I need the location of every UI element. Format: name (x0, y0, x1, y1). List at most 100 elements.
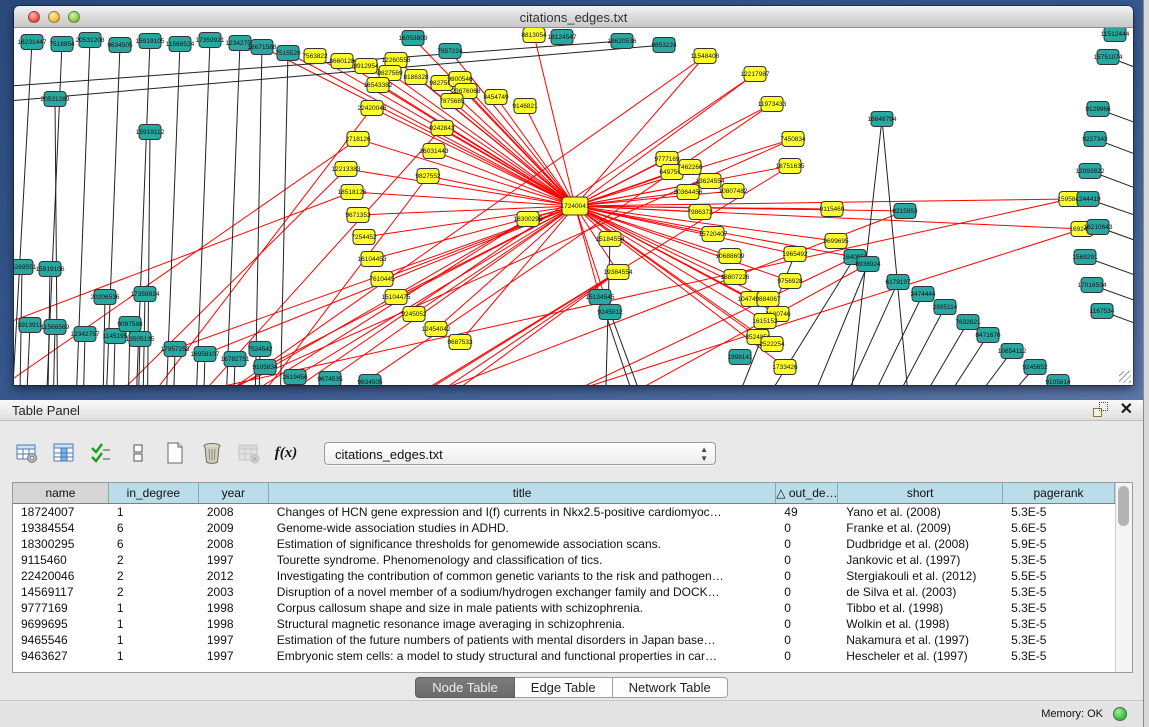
graph-node[interactable]: 2619456 (282, 370, 308, 385)
graph-node[interactable]: 1244419 (1075, 192, 1101, 207)
graph-node[interactable]: 7563822 (302, 49, 328, 64)
table-settings-icon[interactable] (14, 440, 40, 466)
graph-node[interactable]: 7875685 (439, 94, 465, 109)
graph-node[interactable]: 13624554 (696, 174, 725, 189)
graph-node[interactable]: 16231447 (18, 35, 47, 50)
graph-node[interactable]: 9105834 (252, 360, 278, 375)
graph-node[interactable]: 20531208 (76, 33, 105, 48)
graph-node[interactable]: 20206536 (91, 290, 120, 305)
graph-node[interactable]: 15184554 (596, 232, 625, 247)
graph-node[interactable]: 7254452 (351, 230, 377, 245)
graph-node[interactable]: 16053809 (399, 31, 428, 46)
graph-node[interactable]: 15751074 (1094, 50, 1123, 65)
graph-node[interactable]: 16648794 (868, 112, 897, 127)
graph-node[interactable]: 9687533 (447, 335, 473, 350)
graph-node[interactable]: 9105814 (1045, 375, 1071, 386)
graph-node[interactable]: 12342757 (71, 327, 100, 342)
graph-node[interactable]: 10654112 (998, 344, 1027, 359)
graph-node[interactable]: 18124547 (548, 30, 577, 45)
table-row[interactable]: 2242004622012Investigating the contribut… (13, 568, 1115, 584)
column-header-year[interactable]: year (199, 483, 269, 503)
graph-node[interactable]: 11568569 (41, 320, 70, 335)
graph-node[interactable]: 15919105 (136, 34, 165, 49)
table-row[interactable]: 1830029562008Estimation of significance … (13, 536, 1115, 552)
graph-node[interactable]: 17359924 (131, 287, 160, 302)
graph-node[interactable]: 9227343 (1082, 132, 1108, 147)
graph-node[interactable]: 26031443 (420, 144, 449, 159)
graph-node[interactable]: 15134545 (586, 290, 615, 305)
table-row[interactable]: 1456911722003Disruption of a novel membe… (13, 584, 1115, 600)
graph-node[interactable]: 15104475 (382, 290, 411, 305)
graph-node[interactable]: 18518126 (338, 185, 367, 200)
column-header-short[interactable]: short (838, 483, 1003, 503)
graph-node[interactable]: 8471676 (975, 328, 1001, 343)
citation-network-graph[interactable]: 1623144775189542053120896345051591910511… (14, 28, 1133, 385)
window-resize-grip[interactable] (1119, 371, 1131, 383)
graph-node[interactable]: 22420046 (358, 101, 387, 116)
graph-node[interactable]: 7515520 (275, 46, 301, 61)
scrollbar-thumb[interactable] (1118, 486, 1129, 526)
tab-network-table[interactable]: Network Table (613, 677, 728, 698)
graph-node[interactable]: 7857224 (437, 44, 463, 59)
graph-node[interactable]: 9827552 (415, 169, 441, 184)
graph-node[interactable]: 8660128 (329, 54, 355, 69)
graph-node[interactable]: 9242843 (429, 121, 455, 136)
east-panel-edge[interactable] (1143, 0, 1149, 727)
table-row[interactable]: 946554611997Estimation of the future num… (13, 632, 1115, 648)
graph-node[interactable]: 12093822 (1076, 164, 1105, 179)
graph-node[interactable]: 9129966 (1085, 102, 1111, 117)
graph-node[interactable]: 9146821 (512, 99, 538, 114)
graph-node[interactable]: 9097588 (117, 317, 143, 332)
graph-node[interactable]: 8912954 (353, 59, 379, 74)
table-row[interactable]: 1872400712008Changes of HCN gene express… (13, 504, 1115, 520)
graph-node[interactable]: 16104453 (358, 252, 387, 267)
graph-node[interactable]: 1998141 (727, 350, 753, 365)
graph-node[interactable]: 9853224 (651, 38, 677, 53)
selected-rows-filter-icon[interactable] (88, 440, 114, 466)
graph-node[interactable]: 9884067 (755, 292, 781, 307)
network-view-window[interactable]: citations_edges.txt 16231447751895420531… (14, 6, 1133, 385)
graph-node[interactable]: 11512444 (1101, 28, 1130, 42)
tab-edge-table[interactable]: Edge Table (515, 677, 613, 698)
graph-node[interactable]: 15919112 (136, 125, 165, 140)
graph-node[interactable]: 13505135 (126, 332, 155, 347)
graph-node[interactable]: 17240041 (561, 197, 590, 215)
table-vertical-scrollbar[interactable] (1115, 483, 1132, 672)
graph-node[interactable]: 2718126 (345, 132, 371, 147)
graph-node[interactable]: 10688609 (716, 249, 745, 264)
graph-node[interactable]: 8186328 (403, 70, 429, 85)
graph-node[interactable]: 18807226 (721, 270, 750, 285)
column-header-in_degree[interactable]: in_degree (109, 483, 199, 503)
graph-node[interactable]: 17359921 (196, 33, 225, 48)
graph-node[interactable]: 20531289 (41, 92, 70, 107)
graph-node[interactable]: 1733426 (772, 360, 798, 375)
column-header-out_de[interactable]: △ out_de… (776, 483, 838, 503)
column-header-title[interactable]: title (269, 483, 777, 503)
graph-node[interactable]: 18751635 (776, 159, 805, 174)
graph-node[interactable]: 15720407 (699, 227, 728, 242)
graph-node[interactable]: 18300295 (514, 212, 543, 227)
function-builder-icon[interactable]: f(x) (273, 440, 299, 466)
graph-node[interactable]: 12217987 (741, 67, 770, 82)
table-row[interactable]: 911546021997Tourette syndrome. Phenomeno… (13, 552, 1115, 568)
table-row[interactable]: 969969511998Structural magnetic resonanc… (13, 616, 1115, 632)
graph-node[interactable]: 9756928 (777, 274, 803, 289)
graph-node[interactable]: 7632621 (955, 315, 981, 330)
graph-node[interactable]: 12213383 (332, 162, 361, 177)
network-window-titlebar[interactable]: citations_edges.txt (14, 6, 1133, 28)
graph-node[interactable]: 16782751 (221, 352, 250, 367)
graph-node[interactable]: 16543382 (364, 78, 393, 93)
tab-node-table[interactable]: Node Table (415, 677, 515, 698)
graph-node[interactable]: 2522254 (759, 337, 785, 352)
table-selector-dropdown[interactable]: citations_edges.txt ▲▼ (324, 442, 716, 465)
network-canvas[interactable]: 1623144775189542053120896345051591910511… (14, 28, 1133, 385)
graph-node[interactable]: 7610445 (369, 272, 395, 287)
graph-node[interactable]: 17016534 (1078, 278, 1107, 293)
delete-column-icon[interactable] (199, 440, 225, 466)
close-panel-icon[interactable]: ✕ (1120, 402, 1133, 417)
row-height-icon[interactable] (125, 440, 151, 466)
graph-node[interactable]: 17957253 (161, 342, 190, 357)
graph-node[interactable]: 6179197 (885, 275, 911, 290)
graph-node[interactable]: 9834505 (357, 375, 383, 386)
graph-node[interactable]: 1965492 (782, 247, 808, 262)
